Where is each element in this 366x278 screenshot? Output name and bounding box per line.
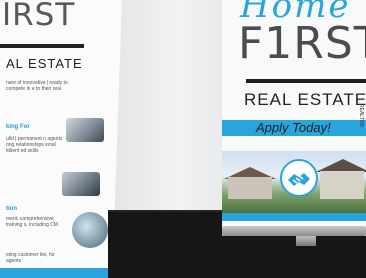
house-photo-circle xyxy=(72,212,108,248)
left-banner-paragraph: ulld | permanent n agents ong relationsh… xyxy=(6,136,63,154)
side-tag: REALTOR xyxy=(358,104,364,128)
photo-scene: IRST AL ESTATE nare of innovative | read… xyxy=(0,0,366,278)
agent-photo xyxy=(62,172,100,196)
handshake-icon xyxy=(280,159,318,197)
houses-photo xyxy=(222,151,366,213)
left-banner-footer-band xyxy=(0,268,112,278)
right-banner-brand: F1RST xyxy=(238,18,366,69)
photo-band xyxy=(222,213,366,221)
banner-stand-base xyxy=(222,226,366,236)
left-banner: IRST AL ESTATE nare of innovative | read… xyxy=(0,0,122,278)
left-banner-brand: IRST xyxy=(2,0,76,33)
left-banner-heading: king For xyxy=(6,124,30,130)
right-banner-rule xyxy=(246,79,366,83)
right-banner-subtitle: REAL ESTATE xyxy=(244,90,366,109)
left-banner-paragraph: sting customer les, for agents xyxy=(6,252,55,264)
house xyxy=(320,171,364,199)
left-banner-paragraph: ment, comprehensive training s, includin… xyxy=(6,216,58,228)
banner-stand-foot xyxy=(296,236,316,246)
left-banner-subtitle: AL ESTATE xyxy=(6,56,83,71)
apply-today-text: Apply Today! xyxy=(256,120,331,135)
left-banner-heading: tion xyxy=(6,206,17,212)
left-banner-paragraph: nare of innovative | ready to compete in… xyxy=(6,80,68,92)
agent-photo xyxy=(66,118,104,142)
house xyxy=(228,177,272,199)
left-banner-rule xyxy=(0,44,84,48)
